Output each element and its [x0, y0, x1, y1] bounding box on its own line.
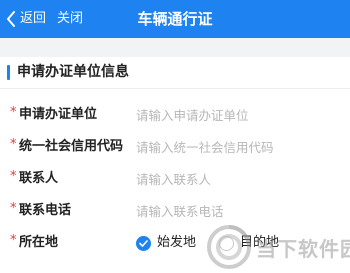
- section-accent-bar: [7, 64, 10, 80]
- check-icon: [136, 235, 151, 251]
- radio-origin[interactable]: 始发地: [136, 234, 196, 252]
- nav-bar: 返回 关闭 车辆通行证: [0, 0, 350, 38]
- required-mark: *: [10, 137, 17, 152]
- form-row-credit-code: * 统一社会信用代码: [0, 132, 350, 162]
- form-row-phone: * 联系电话: [0, 196, 350, 226]
- field-label-applicant-unit: 申请办证单位: [19, 107, 98, 122]
- form-row-location: * 所在地 始发地 目的地: [0, 228, 350, 258]
- contact-input[interactable]: [136, 169, 336, 189]
- field-label-credit-code: 统一社会信用代码: [19, 139, 124, 154]
- required-mark: *: [10, 201, 17, 216]
- form-row-contact: * 联系人: [0, 164, 350, 194]
- phone-input[interactable]: [136, 201, 336, 221]
- radio-destination[interactable]: 目的地: [219, 234, 279, 252]
- location-radio-group: 始发地 目的地: [136, 233, 279, 253]
- section-header: 申请办证单位信息: [7, 63, 129, 81]
- field-label-location: 所在地: [19, 235, 59, 250]
- form-row-applicant-unit: * 申请办证单位: [0, 100, 350, 130]
- section-title: 申请办证单位信息: [17, 64, 129, 80]
- required-mark: *: [10, 169, 17, 184]
- field-label-phone: 联系电话: [19, 203, 72, 218]
- page-title: 车辆通行证: [137, 10, 213, 28]
- radio-origin-label: 始发地: [157, 235, 197, 250]
- radio-empty-icon: [219, 235, 235, 251]
- required-mark: *: [10, 105, 17, 120]
- applicant-unit-input[interactable]: [136, 105, 336, 125]
- credit-code-input[interactable]: [136, 137, 336, 157]
- section-divider: [0, 88, 350, 89]
- field-label-contact: 联系人: [19, 171, 59, 186]
- radio-destination-label: 目的地: [240, 235, 280, 250]
- required-mark: *: [10, 233, 17, 248]
